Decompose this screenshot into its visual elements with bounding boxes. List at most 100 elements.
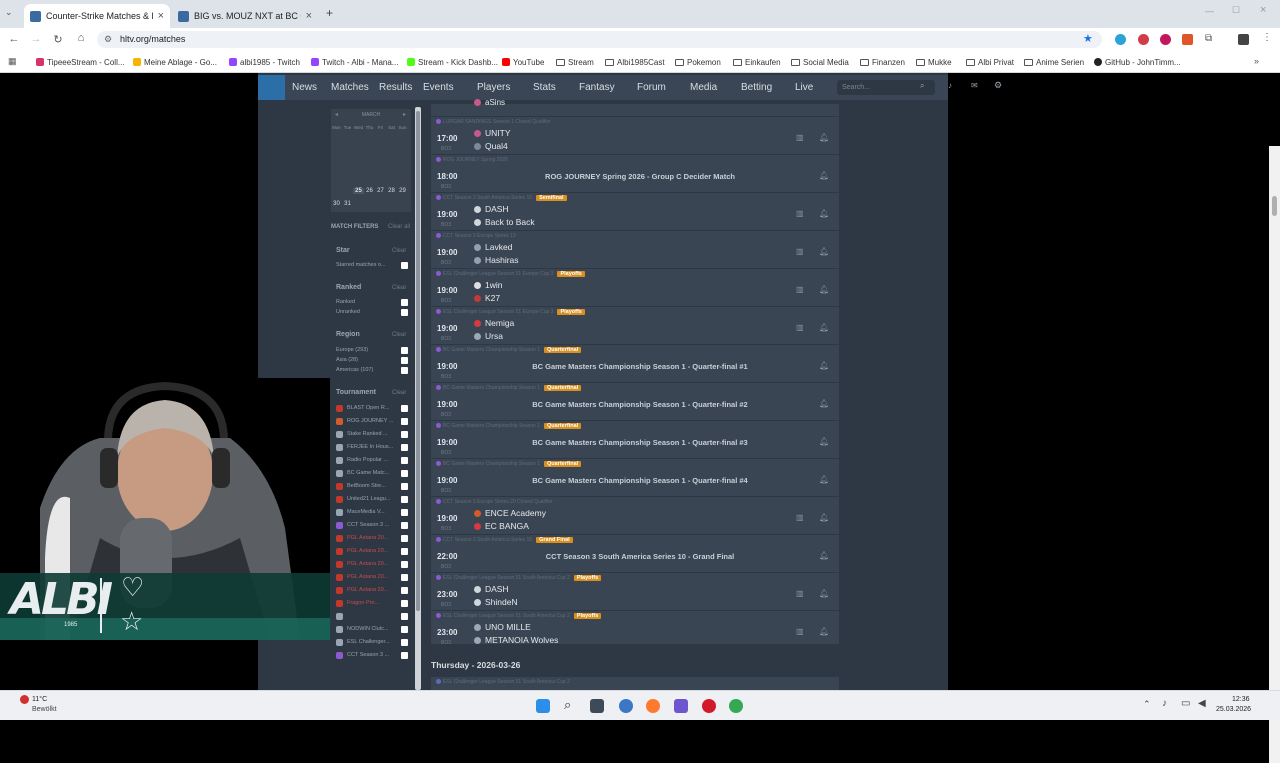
checkbox[interactable] bbox=[401, 405, 408, 412]
tournament-filter-option[interactable]: ROG JOURNEY ... bbox=[336, 417, 408, 426]
close-icon[interactable]: × bbox=[158, 10, 164, 22]
checkbox[interactable] bbox=[401, 535, 408, 542]
extension-icon[interactable] bbox=[1182, 34, 1193, 45]
stats-chart-icon[interactable]: ▥ bbox=[796, 627, 804, 636]
match-bell-icon[interactable]: 🔔︎ bbox=[819, 247, 829, 256]
match-row[interactable]: ESL Challenger League Season 51 Europe C… bbox=[431, 268, 839, 306]
match-row[interactable]: BC Game Masters Championship Season 1 Qua… bbox=[431, 344, 839, 382]
filter-option[interactable]: Unranked bbox=[336, 308, 408, 317]
stats-chart-icon[interactable]: ▥ bbox=[796, 133, 804, 142]
calendar-day[interactable]: 27 bbox=[375, 188, 386, 194]
sidebar-scroll-thumb[interactable] bbox=[416, 111, 420, 611]
tournament-filter-option[interactable]: BLAST Open R... bbox=[336, 404, 408, 413]
match-bell-icon[interactable]: 🔔︎ bbox=[819, 589, 829, 598]
close-window-icon[interactable]: × bbox=[1260, 4, 1266, 16]
checkbox[interactable] bbox=[401, 652, 408, 659]
match-bell-icon[interactable]: 🔔︎ bbox=[819, 323, 829, 332]
tournament-filter-option[interactable]: PGL Astana 20... bbox=[336, 573, 408, 582]
clear-link[interactable]: Clear bbox=[392, 285, 406, 291]
match-bell-icon[interactable]: 🔔︎ bbox=[819, 209, 829, 218]
clear-link[interactable]: Clear bbox=[392, 248, 406, 254]
page-scrollbar[interactable] bbox=[1269, 146, 1280, 763]
calendar-next-icon[interactable]: ▸ bbox=[403, 111, 406, 118]
calendar-day[interactable]: 31 bbox=[342, 201, 353, 207]
bookmark-item[interactable]: albi1985 - Twitch bbox=[229, 51, 300, 73]
filter-option[interactable]: Starred matches o... bbox=[336, 261, 408, 270]
match-bell-icon[interactable]: 🔔︎ bbox=[819, 475, 829, 484]
bookmark-item[interactable]: YouTube bbox=[502, 51, 544, 73]
checkbox[interactable] bbox=[401, 347, 408, 354]
clear-link[interactable]: Clear bbox=[392, 332, 406, 338]
match-row[interactable]: ESL Challenger League Season 51 South Am… bbox=[431, 610, 839, 648]
checkbox[interactable] bbox=[401, 431, 408, 438]
stats-chart-icon[interactable]: ▥ bbox=[796, 247, 804, 256]
match-bell-icon[interactable]: 🔔︎ bbox=[819, 171, 829, 180]
microphone-icon[interactable]: ♪ bbox=[1162, 698, 1167, 709]
search-icon[interactable]: ⌕ bbox=[920, 81, 924, 91]
tab-search-icon[interactable]: ⌄ bbox=[5, 7, 13, 18]
checkbox[interactable] bbox=[401, 548, 408, 555]
checkbox[interactable] bbox=[401, 483, 408, 490]
site-info-icon[interactable]: ⚙ bbox=[104, 31, 112, 48]
bookmark-item[interactable]: TipeeeStream - Coll... bbox=[36, 51, 125, 73]
nav-results[interactable]: Results bbox=[379, 75, 412, 100]
tournament-filter-option[interactable]: CCT Season 3 ... bbox=[336, 651, 408, 660]
browser-app-icon[interactable] bbox=[619, 699, 633, 713]
app-icon[interactable] bbox=[674, 699, 688, 713]
bookmark-folder[interactable]: Einkaufen bbox=[733, 51, 781, 73]
match-row[interactable]: BC Game Masters Championship Season 1 Qua… bbox=[431, 458, 839, 496]
match-row[interactable]: LURGAR SANDINGS Season 1 Closed Qualifie… bbox=[431, 116, 839, 154]
extension-icon[interactable] bbox=[1160, 34, 1171, 45]
search-icon[interactable]: ⌕ bbox=[564, 697, 571, 713]
bookmark-folder[interactable]: Anime Serien bbox=[1024, 51, 1084, 73]
tournament-filter-option[interactable] bbox=[336, 612, 408, 621]
filter-option[interactable]: Asia (28) bbox=[336, 356, 408, 365]
bookmark-folder[interactable]: Stream bbox=[556, 51, 594, 73]
match-bell-icon[interactable]: 🔔︎ bbox=[819, 551, 829, 560]
checkbox[interactable] bbox=[401, 357, 408, 364]
new-tab-icon[interactable]: + bbox=[326, 6, 333, 20]
checkbox[interactable] bbox=[401, 639, 408, 646]
match-bell-icon[interactable]: 🔔︎ bbox=[819, 285, 829, 294]
stats-chart-icon[interactable]: ▥ bbox=[796, 323, 804, 332]
browser-tab[interactable]: BIG vs. MOUZ NXT at BC Game × bbox=[172, 4, 318, 28]
nav-news[interactable]: News bbox=[292, 75, 317, 100]
clear-link[interactable]: Clear bbox=[392, 390, 406, 396]
checkbox[interactable] bbox=[401, 418, 408, 425]
filter-option[interactable]: Ranked bbox=[336, 298, 408, 307]
checkbox[interactable] bbox=[401, 496, 408, 503]
nav-forum[interactable]: Forum bbox=[637, 75, 666, 100]
bookmark-folder[interactable]: Finanzen bbox=[860, 51, 905, 73]
match-bell-icon[interactable]: 🔔︎ bbox=[819, 133, 829, 142]
checkbox[interactable] bbox=[401, 626, 408, 633]
stats-chart-icon[interactable]: ▥ bbox=[796, 513, 804, 522]
bookmark-star-icon[interactable]: ★ bbox=[1083, 32, 1093, 45]
mail-icon[interactable]: ✉ bbox=[971, 81, 978, 90]
volume-icon[interactable]: ◀ bbox=[1198, 698, 1206, 709]
apps-grid-icon[interactable]: ▦ bbox=[8, 56, 17, 67]
match-bell-icon[interactable]: 🔔︎ bbox=[819, 627, 829, 636]
extensions-puzzle-icon[interactable]: ⧉ bbox=[1205, 33, 1212, 44]
match-row[interactable]: CCT Season 3 Europe Series 20 Closed Qua… bbox=[431, 496, 839, 534]
nav-stats[interactable]: Stats bbox=[533, 75, 556, 100]
checkbox[interactable] bbox=[401, 309, 408, 316]
stats-chart-icon[interactable]: ▥ bbox=[796, 285, 804, 294]
task-view-icon[interactable] bbox=[590, 699, 604, 713]
checkbox[interactable] bbox=[401, 574, 408, 581]
bookmark-item[interactable]: Meine Ablage - Go... bbox=[133, 51, 217, 73]
back-icon[interactable]: ← bbox=[3, 33, 25, 45]
profile-icon[interactable] bbox=[1238, 34, 1249, 45]
calendar-day-selected[interactable]: 25 bbox=[353, 188, 364, 194]
bookmark-folder[interactable]: Mukke bbox=[916, 51, 952, 73]
checkbox[interactable] bbox=[401, 509, 408, 516]
maximize-icon[interactable]: ☐ bbox=[1232, 5, 1240, 16]
match-bell-icon[interactable]: 🔔︎ bbox=[819, 399, 829, 408]
bookmark-item[interactable]: GitHub - JohnTimm... bbox=[1094, 51, 1181, 73]
match-bell-icon[interactable]: 🔔︎ bbox=[819, 513, 829, 522]
nav-events[interactable]: Events bbox=[423, 75, 454, 100]
tournament-filter-option[interactable]: United21 Leagu... bbox=[336, 495, 408, 504]
stats-chart-icon[interactable]: ▥ bbox=[796, 209, 804, 218]
match-row[interactable]: BC Game Masters Championship Season 1 Qua… bbox=[431, 420, 839, 458]
match-row[interactable]: CCT Season 3 Europe Series 19 19:00 BO3 Lav… bbox=[431, 230, 839, 268]
calendar-day[interactable]: 28 bbox=[386, 188, 397, 194]
